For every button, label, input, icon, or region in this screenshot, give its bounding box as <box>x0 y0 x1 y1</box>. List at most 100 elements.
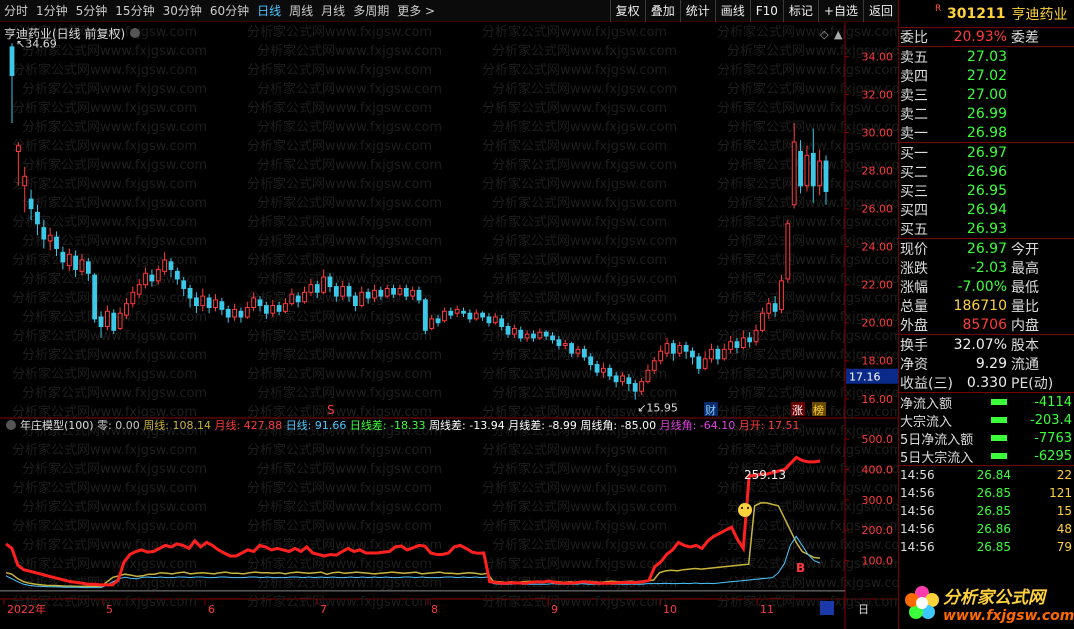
toolbar-button[interactable]: 标记 <box>782 0 818 22</box>
marker-s[interactable]: S <box>327 403 335 417</box>
current-price-tag: 17.16 <box>849 371 881 384</box>
toolbar-button[interactable]: 统计 <box>679 0 715 22</box>
candle-body <box>798 151 803 187</box>
quote-value: 26.93 <box>966 220 1007 237</box>
candle-body <box>632 383 638 392</box>
candle-body <box>785 223 791 280</box>
candle-body <box>308 284 314 293</box>
kline-chart[interactable]: 分析家公式网www.fxjgsw.com 分析家公式网www.fxjgsw.com… <box>0 22 912 629</box>
watermark-text: 分析家公式网www.fxjgsw.com <box>247 518 432 534</box>
quote-label: 涨幅 <box>900 279 928 296</box>
x-tick-label: 7 <box>320 603 327 616</box>
weibi-value: 20.93% <box>953 29 1007 45</box>
watermark-text: 分析家公式网www.fxjgsw.com <box>247 62 432 78</box>
watermark-text: 分析家公式网www.fxjgsw.com <box>257 119 442 135</box>
toolbar-button[interactable]: 叠加 <box>644 0 680 22</box>
period-tab[interactable]: 60分钟 <box>206 0 253 22</box>
candle-body <box>194 297 199 307</box>
candle-body <box>823 160 829 192</box>
period-tab[interactable]: 更多 > <box>393 0 439 22</box>
candle-body <box>772 303 778 312</box>
watermark-text: 分析家公式网www.fxjgsw.com <box>247 24 432 40</box>
ind-tick-label: 300.0 <box>862 494 894 507</box>
stock-name[interactable]: 亨迪药业 <box>1011 4 1067 24</box>
watermark-text: 分析家公式网www.fxjgsw.com <box>22 385 207 401</box>
toolbar-button[interactable]: 复权 <box>609 0 645 22</box>
tick-time: 14:56 <box>900 504 935 518</box>
candle-body <box>28 198 34 210</box>
candle-body <box>333 286 339 297</box>
quote-label-2: 内盘 <box>1011 317 1039 334</box>
x-scroll-handle[interactable] <box>820 601 834 615</box>
toolbar-button[interactable]: 画线 <box>714 0 750 22</box>
quote-row: 涨幅 -7.00% 最低 <box>899 277 1074 296</box>
marker-cai[interactable]: 财 <box>705 403 716 417</box>
watermark-text: 分析家公式网www.fxjgsw.com <box>482 138 667 154</box>
quote-label-2: 量比 <box>1011 298 1039 315</box>
quote-stats-2: 换手 32.07% 股本 净资 9.29 流通 收益(三) 0.330 PE(动) <box>899 335 1074 393</box>
watermark-text: 分析家公式网www.fxjgsw.com <box>482 24 667 40</box>
ind-tick-label: 400.0 <box>862 464 894 477</box>
candle-body <box>225 308 231 318</box>
tick-row: 14:56 26.85 79 <box>899 538 1074 556</box>
candle-body <box>696 356 702 369</box>
toolbar-button[interactable]: F10 <box>749 0 783 22</box>
watermark-text: 分析家公式网www.fxjgsw.com <box>247 328 432 344</box>
watermark-text: 分析家公式网www.fxjgsw.com <box>247 252 432 268</box>
watermark-text: 分析家公式网www.fxjgsw.com <box>717 24 898 40</box>
marker-zhang[interactable]: 涨 <box>792 404 803 417</box>
period-tab[interactable]: 15分钟 <box>111 0 158 22</box>
diamond-icon[interactable]: ◇ <box>820 28 829 41</box>
period-tab[interactable]: 月线 <box>317 0 349 22</box>
watermark-text: 分析家公式网www.fxjgsw.com <box>482 594 667 610</box>
x-axis-corner[interactable]: 日 <box>858 603 869 616</box>
flow-label: 5日大宗流入 <box>900 450 974 466</box>
quote-row: 卖三 27.00 <box>899 85 1074 104</box>
flow-bar <box>991 453 1007 459</box>
period-tab[interactable]: 周线 <box>285 0 317 22</box>
site-logo: 分析家公式网 www.fxjgsw.com <box>899 577 1074 629</box>
candle-body <box>804 154 810 187</box>
marker-bang[interactable]: 榜 <box>813 403 824 417</box>
quote-value: 27.03 <box>966 48 1007 65</box>
tick-row: 14:56 26.85 15 <box>899 502 1074 520</box>
flow-label: 大宗流入 <box>900 414 953 430</box>
watermark-text: 分析家公式网www.fxjgsw.com <box>482 176 667 192</box>
watermark-text: 分析家公式网www.fxjgsw.com <box>247 176 432 192</box>
tick-volume: 121 <box>1049 486 1072 500</box>
candle-body <box>651 360 657 371</box>
watermark-text: 分析家公式网www.fxjgsw.com <box>492 81 677 97</box>
toolbar-button[interactable]: +自选 <box>817 0 863 22</box>
period-tab[interactable]: 30分钟 <box>159 0 206 22</box>
stock-code[interactable]: 301211 <box>947 6 1005 22</box>
candle-body <box>690 350 695 358</box>
flow-label: 5日净流入额 <box>900 432 974 448</box>
quote-value: 26.94 <box>966 201 1007 218</box>
watermark-text: 分析家公式网www.fxjgsw.com <box>12 138 197 154</box>
quote-label: 净资 <box>900 356 928 373</box>
quote-label: 换手 <box>900 337 928 354</box>
period-tab[interactable]: 多周期 <box>349 0 393 22</box>
chevron-down-icon[interactable] <box>130 28 140 38</box>
indicator-menu-icon[interactable] <box>6 420 16 430</box>
candle-body <box>22 175 28 187</box>
period-tab[interactable]: 分时 <box>0 0 32 22</box>
toolbar-button[interactable]: 返回 <box>862 0 898 22</box>
marker-b[interactable]: B <box>796 561 805 575</box>
quote-label: 卖四 <box>900 68 928 85</box>
candle-body <box>47 234 53 242</box>
period-tab[interactable]: 5分钟 <box>72 0 112 22</box>
stock-header: R 301211 亨迪药业 <box>899 0 1074 28</box>
flow-label: 净流入额 <box>900 396 953 412</box>
chart-area[interactable]: 分析家公式网www.fxjgsw.com 分析家公式网www.fxjgsw.com… <box>0 22 912 629</box>
candle-body <box>422 299 428 331</box>
quote-label: 买五 <box>900 221 928 238</box>
period-tab[interactable]: 1分钟 <box>32 0 72 22</box>
period-toolbar: 分时 1分钟 5分钟 15分钟 30分钟 60分钟 日线 周线 月线 多周期 更多 > 复权 叠加 统计… <box>0 0 898 22</box>
up-arrow-icon[interactable]: ▲ <box>834 28 843 41</box>
quote-row: 净资 9.29 流通 <box>899 354 1074 373</box>
watermark-text: 分析家公式网www.fxjgsw.com <box>22 461 207 477</box>
candle-body <box>670 343 676 354</box>
period-tab[interactable]: 日线 <box>253 0 285 22</box>
candle-body <box>85 261 91 274</box>
